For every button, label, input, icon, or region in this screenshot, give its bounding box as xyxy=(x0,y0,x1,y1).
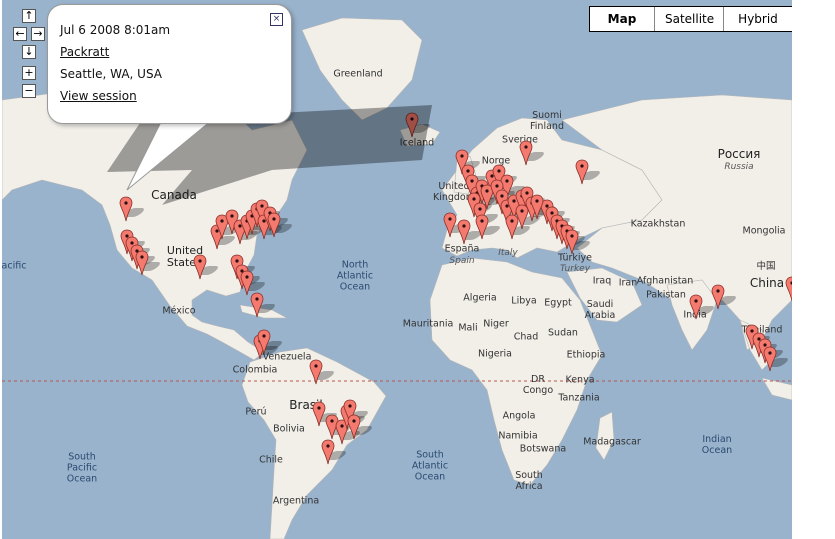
pan-up-button[interactable]: ↑ xyxy=(22,9,36,23)
map-pin-icon xyxy=(519,140,533,166)
map-marker[interactable] xyxy=(321,439,335,465)
session-date: Jul 6 2008 8:01am xyxy=(60,23,171,37)
map-pin-icon xyxy=(321,439,335,465)
map-marker[interactable] xyxy=(785,276,792,302)
zoom-in-button[interactable]: + xyxy=(22,66,36,80)
map-marker[interactable] xyxy=(515,204,529,230)
map-pin-icon xyxy=(135,250,149,276)
view-session-link[interactable]: View session xyxy=(60,89,137,103)
map-type-satellite-button[interactable]: Satellite xyxy=(654,7,723,31)
map-marker[interactable] xyxy=(711,284,725,310)
pan-down-button[interactable]: ↓ xyxy=(22,45,36,59)
map-pin-icon xyxy=(475,214,489,240)
map-marker[interactable] xyxy=(347,414,361,440)
map-marker[interactable] xyxy=(519,140,533,166)
map-marker[interactable] xyxy=(475,214,489,240)
map-pin-icon xyxy=(565,229,579,255)
map-type-hybrid-button[interactable]: Hybrid xyxy=(723,7,792,31)
map-pin-icon xyxy=(515,204,529,230)
map-marker[interactable] xyxy=(257,329,271,355)
map-pin-icon xyxy=(267,212,281,238)
map-pin-icon xyxy=(250,292,264,318)
map-pin-icon xyxy=(309,359,323,385)
map-marker[interactable] xyxy=(193,254,207,280)
close-icon[interactable]: × xyxy=(270,13,283,26)
map-pin-icon xyxy=(711,284,725,310)
map-pin-icon xyxy=(312,401,326,427)
map-pin-icon xyxy=(457,219,471,245)
map-type-selector: Map Satellite Hybrid xyxy=(589,6,792,32)
session-location: Seattle, WA, USA xyxy=(60,67,162,81)
map-marker[interactable] xyxy=(135,250,149,276)
user-link[interactable]: Packratt xyxy=(60,45,109,59)
map-marker[interactable] xyxy=(565,229,579,255)
map-marker[interactable] xyxy=(443,212,457,238)
info-window-tail xyxy=(126,118,214,191)
map-marker[interactable] xyxy=(267,212,281,238)
map-pin-icon xyxy=(347,414,361,440)
map-canvas[interactable]: Greenland Iceland Canada United States M… xyxy=(2,0,792,539)
map-pin-icon xyxy=(785,276,792,302)
info-window: Jul 6 2008 8:01am Packratt Seattle, WA, … xyxy=(47,4,292,124)
map-pin-icon xyxy=(257,329,271,355)
pan-right-button[interactable]: → xyxy=(31,27,45,41)
map-marker[interactable] xyxy=(457,219,471,245)
map-marker[interactable] xyxy=(689,294,703,320)
zoom-out-button[interactable]: − xyxy=(22,84,36,98)
map-pin-icon xyxy=(193,254,207,280)
map-type-map-button[interactable]: Map xyxy=(590,7,654,31)
map-pin-icon xyxy=(443,212,457,238)
map-marker[interactable] xyxy=(575,159,589,185)
pan-left-button[interactable]: ← xyxy=(13,27,27,41)
map-marker[interactable] xyxy=(309,359,323,385)
map-pin-icon xyxy=(575,159,589,185)
map-pin-icon xyxy=(689,294,703,320)
map-pin-icon xyxy=(530,194,544,220)
map-pin-icon xyxy=(763,346,777,372)
map-marker[interactable] xyxy=(250,292,264,318)
map-marker[interactable] xyxy=(763,346,777,372)
map-marker[interactable] xyxy=(312,401,326,427)
map-marker[interactable] xyxy=(530,194,544,220)
